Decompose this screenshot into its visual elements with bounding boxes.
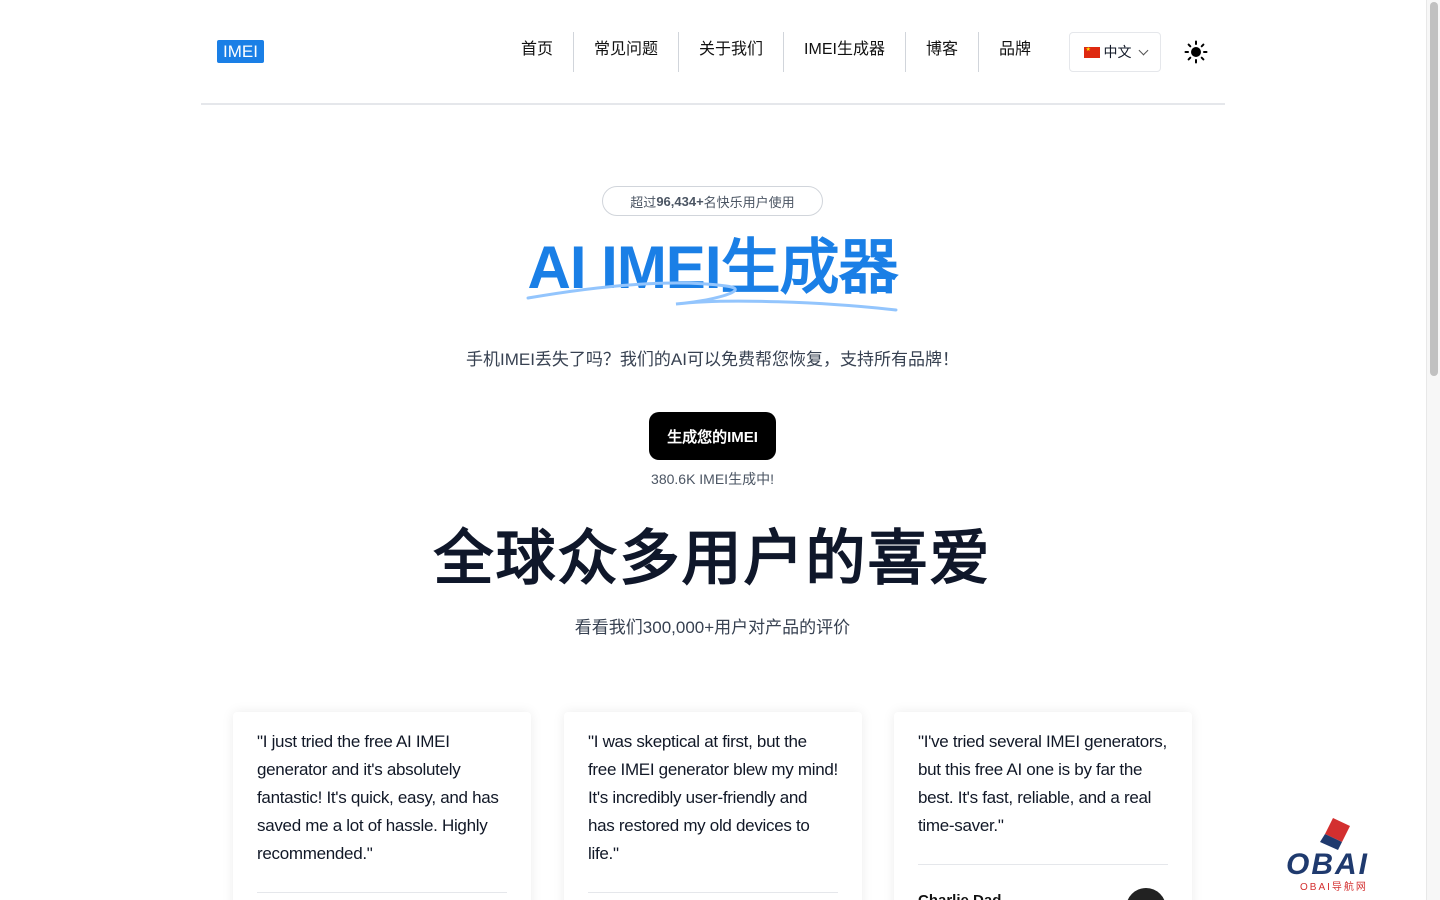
scrollbar[interactable] [1426, 0, 1440, 900]
generation-count: 380.6K IMEI生成中! [651, 471, 774, 487]
sun-icon[interactable] [1184, 40, 1208, 64]
testimonial-quote: "I just tried the free AI IMEI generator… [257, 732, 499, 863]
badge-suffix: 名快乐用户使用 [703, 194, 795, 210]
badge-count: 96,434+ [656, 193, 704, 209]
testimonial-author: Charlie Dad... [918, 892, 1014, 900]
generate-imei-button[interactable]: 生成您的IMEI [649, 412, 776, 460]
language-selector[interactable]: 中文 [1069, 32, 1161, 72]
scrollbar-thumb[interactable] [1430, 2, 1438, 376]
title-underline-swoosh [526, 281, 898, 312]
nav-brands[interactable]: 品牌 [977, 32, 1051, 72]
chevron-down-icon [1138, 45, 1148, 55]
language-label: 中文 [1103, 44, 1132, 60]
nav-blog[interactable]: 博客 [904, 32, 978, 72]
avatar [1126, 888, 1166, 900]
testimonial-card: "I just tried the free AI IMEI generator… [233, 712, 531, 900]
site-header: IMEI 首页 常见问题 关于我们 IMEI生成器 博客 品牌 中文 [201, 0, 1225, 105]
nav-imei-generator[interactable]: IMEI生成器 [783, 32, 905, 72]
card-divider [588, 892, 838, 893]
card-divider [918, 864, 1168, 865]
hero-subtitle: 手机IMEI丢失了吗？我们的AI可以免费帮您恢复，支持所有品牌！ [465, 350, 959, 369]
main-nav: 首页 常见问题 关于我们 IMEI生成器 博客 品牌 [501, 32, 1051, 72]
nav-about[interactable]: 关于我们 [678, 32, 783, 72]
watermark-tagline: OBAI导航网 [1300, 882, 1368, 893]
testimonials-title: 全球众多用户的喜爱 [433, 525, 992, 592]
watermark-brand: OBAI [1286, 848, 1369, 881]
testimonials-subtitle: 看看我们300,000+用户对产品的评价 [574, 618, 851, 637]
testimonial-card: "I was skeptical at first, but the free … [564, 712, 862, 900]
badge-prefix: 超过 [630, 194, 657, 210]
nav-faq[interactable]: 常见问题 [573, 32, 678, 72]
testimonial-card: "I've tried several IMEI generators, but… [894, 712, 1192, 900]
china-flag-icon [1083, 46, 1100, 58]
logo[interactable]: IMEI [217, 40, 264, 63]
testimonial-quote: "I've tried several IMEI generators, but… [918, 732, 1167, 835]
card-divider [257, 892, 507, 893]
nav-home[interactable]: 首页 [501, 32, 573, 72]
user-count-badge: 超过 96,434+ 名快乐用户使用 [602, 186, 823, 216]
testimonial-quote: "I was skeptical at first, but the free … [588, 732, 838, 863]
